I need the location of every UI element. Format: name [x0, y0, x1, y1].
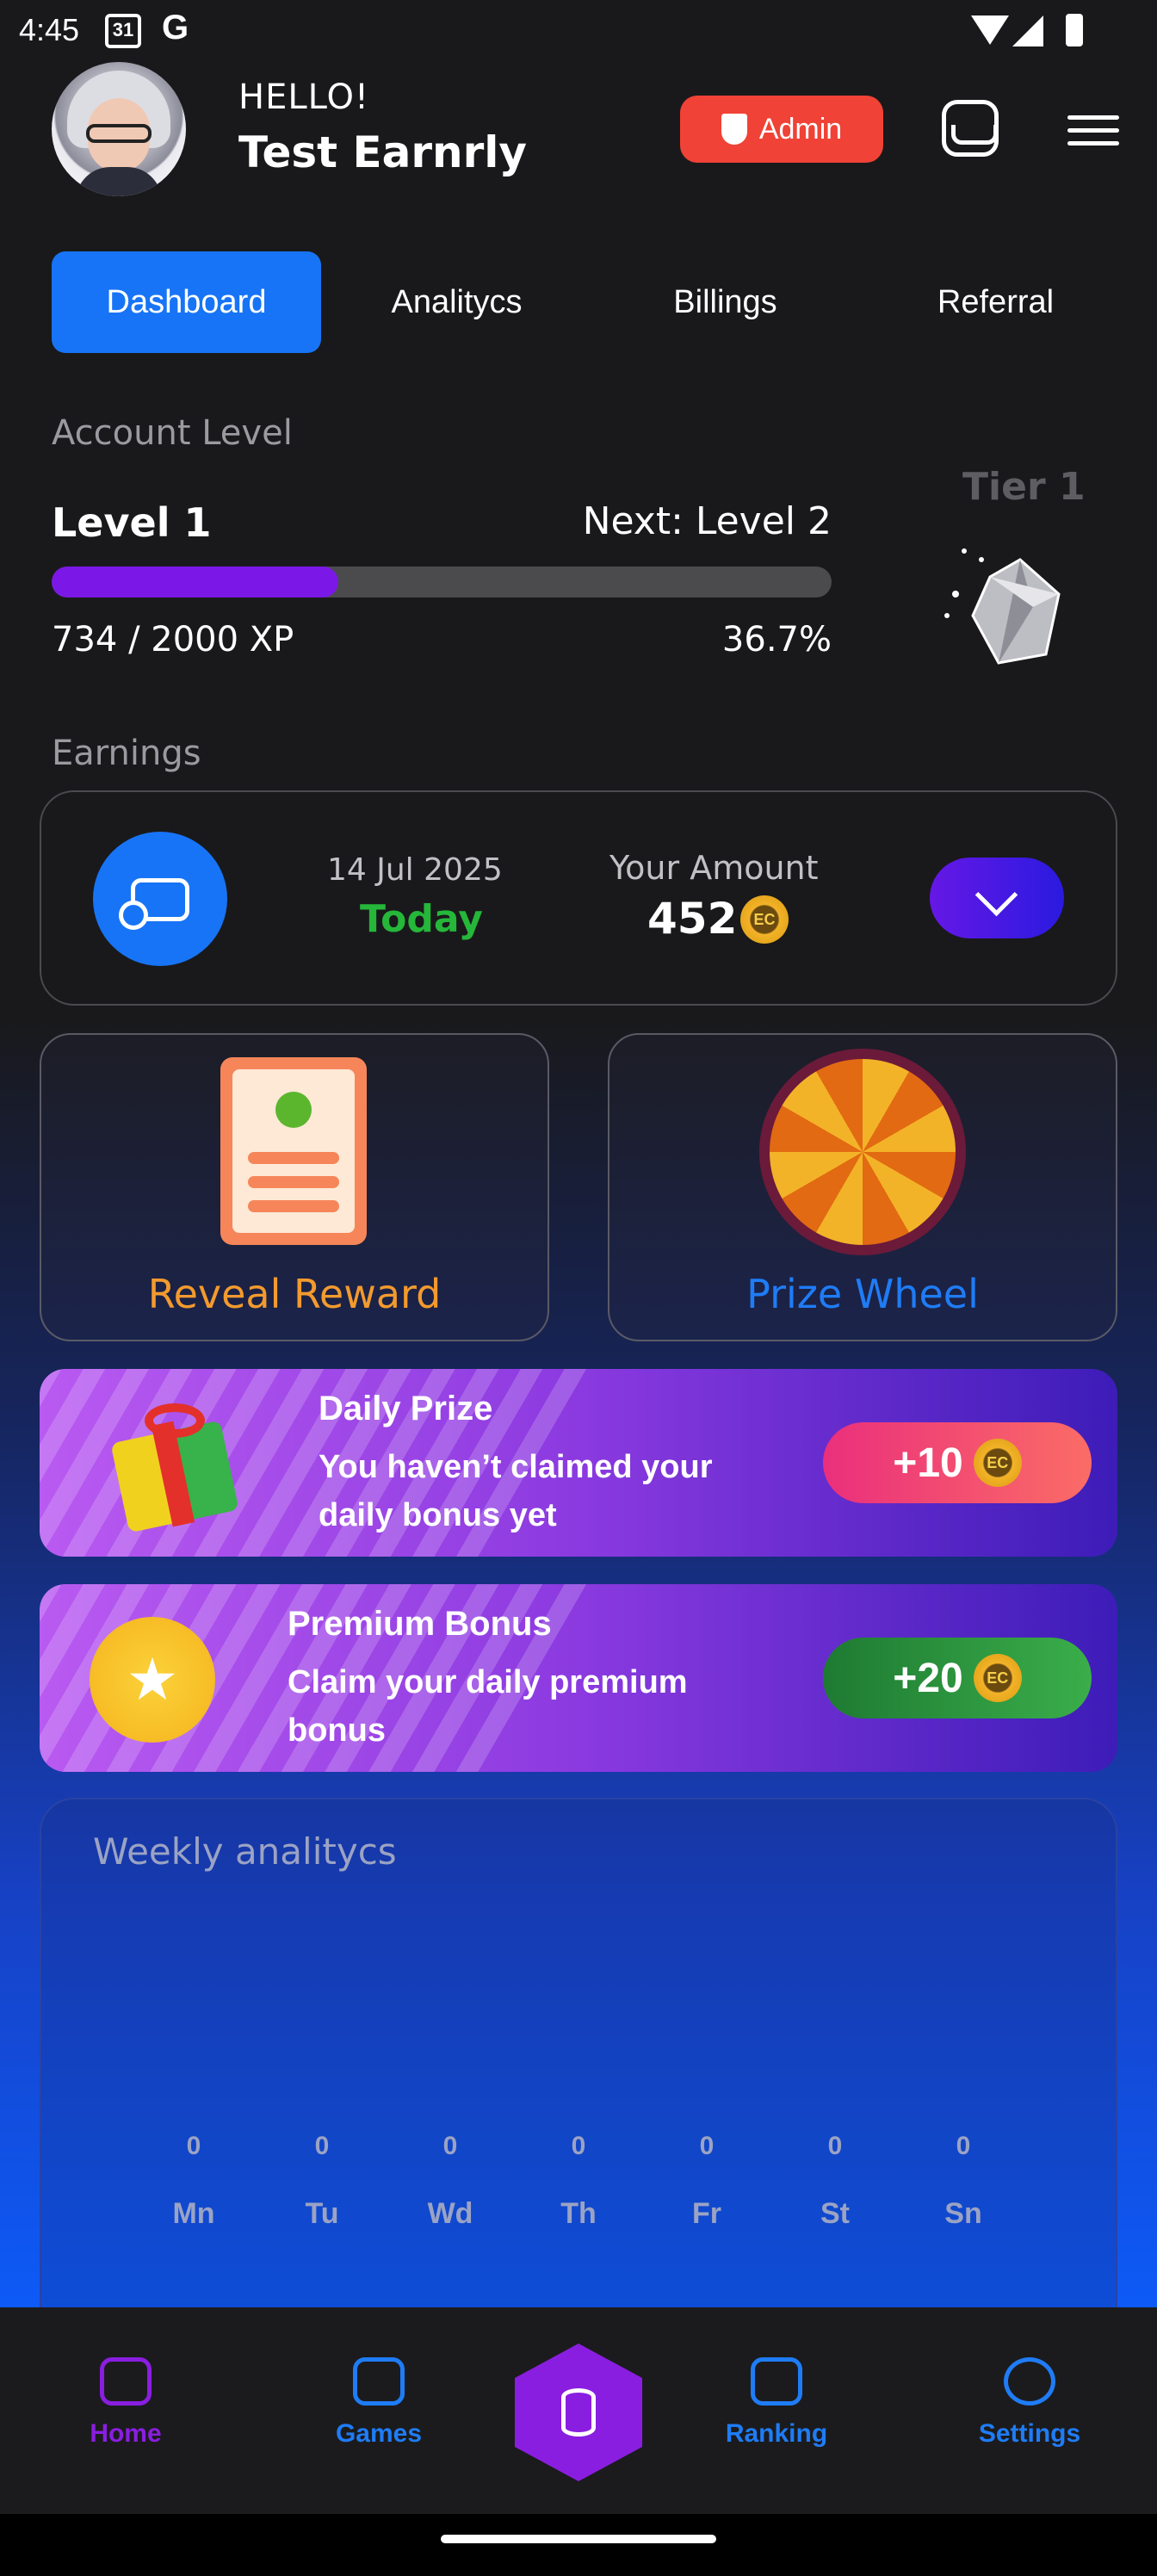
weekly-value: 0 — [186, 2132, 201, 2160]
cellular-signal-icon — [1012, 15, 1043, 46]
user-name: Test Earnrly — [238, 127, 527, 177]
premium-bonus-line1: Claim your daily premium — [288, 1664, 688, 1700]
coin-icon: EC — [740, 895, 789, 944]
admin-label: Admin — [758, 112, 843, 146]
gamepad-icon — [353, 2357, 405, 2406]
weekly-value: 0 — [699, 2132, 715, 2160]
nav-games-label: Games — [335, 2419, 423, 2448]
daily-prize-title: Daily Prize — [319, 1390, 493, 1427]
xp-percent: 36.7% — [721, 620, 832, 659]
weekly-day-label: Wd — [427, 2197, 473, 2230]
daily-prize-line2: daily bonus yet — [319, 1497, 557, 1533]
weekly-day-label: Mn — [172, 2197, 215, 2230]
premium-bonus-title: Premium Bonus — [288, 1605, 552, 1643]
calendar-icon: 31 — [105, 14, 141, 48]
status-bar: 4:45 31 G — [0, 0, 1157, 60]
xp-progress-fill — [52, 567, 338, 598]
xp-progress-bar — [52, 567, 832, 598]
weekly-value: 0 — [571, 2132, 586, 2160]
weekly-day-label: Th — [560, 2197, 597, 2230]
reveal-reward-label: Reveal Reward — [147, 1271, 442, 1317]
database-icon — [561, 2388, 596, 2437]
daily-prize-reward: +10 — [893, 1440, 963, 1486]
menu-icon[interactable] — [1067, 115, 1119, 146]
weekly-day-label: Sn — [944, 2197, 982, 2230]
coin-icon: EC — [973, 1439, 1022, 1487]
weekly-day-label: Fr — [692, 2197, 721, 2230]
premium-bonus-reward: +20 — [893, 1655, 963, 1701]
earnings-date: 14 Jul 2025 — [327, 852, 503, 888]
nav-home[interactable]: Home — [57, 2357, 195, 2449]
tier-gem-icon — [944, 548, 1061, 665]
amount-label: Your Amount — [609, 849, 819, 887]
earnings-amount: 452 — [647, 894, 738, 944]
podium-icon — [751, 2357, 802, 2406]
tab-analytics[interactable]: Analitycs — [322, 251, 591, 353]
nav-ranking[interactable]: Ranking — [708, 2357, 845, 2449]
gear-icon — [1004, 2357, 1055, 2406]
nav-ranking-label: Ranking — [725, 2419, 828, 2448]
weekly-day-label: Tu — [305, 2197, 339, 2230]
battery-icon — [1066, 14, 1083, 46]
admin-button[interactable]: Admin — [680, 96, 883, 163]
earnings-day-label: Today — [360, 897, 483, 941]
weekly-value: 0 — [827, 2132, 843, 2160]
prize-wheel-label: Prize Wheel — [746, 1271, 979, 1317]
gesture-bar — [0, 2514, 1157, 2576]
premium-bonus-claim-button[interactable]: +20 EC — [823, 1638, 1092, 1718]
nav-home-label: Home — [90, 2419, 162, 2448]
reward-ticket-icon — [220, 1057, 367, 1245]
earnings-expand-button[interactable] — [930, 858, 1064, 938]
weekly-analytics-title: Weekly analitycs — [93, 1830, 397, 1873]
weekly-value: 0 — [314, 2132, 330, 2160]
earnings-title: Earnings — [52, 734, 201, 773]
account-level-title: Account Level — [52, 413, 293, 453]
star-icon: ★ — [90, 1617, 215, 1743]
weekly-day-label: St — [820, 2197, 850, 2230]
nav-games[interactable]: Games — [310, 2357, 448, 2449]
greeting: HELLO! — [238, 77, 370, 117]
home-icon — [100, 2357, 152, 2406]
nav-settings-label: Settings — [978, 2419, 1081, 2448]
prize-wheel-icon — [759, 1049, 966, 1255]
gift-icon — [110, 1388, 239, 1533]
wallet-icon — [93, 832, 227, 966]
xp-text: 734 / 2000 XP — [52, 620, 294, 659]
coin-icon: EC — [973, 1654, 1022, 1702]
next-level: Next: Level 2 — [582, 499, 832, 543]
daily-prize-line1: You haven’t claimed your — [319, 1449, 713, 1485]
avatar[interactable] — [52, 62, 186, 196]
nav-settings[interactable]: Settings — [961, 2357, 1098, 2449]
wifi-icon — [971, 15, 1009, 45]
inbox-icon[interactable] — [942, 100, 999, 157]
current-level: Level 1 — [52, 499, 212, 546]
status-time: 4:45 — [19, 12, 80, 47]
tab-dashboard[interactable]: Dashboard — [52, 251, 321, 353]
tier-label: Tier 1 — [962, 465, 1086, 509]
weekly-value: 0 — [442, 2132, 458, 2160]
premium-bonus-line2: bonus — [288, 1712, 386, 1749]
daily-prize-claim-button[interactable]: +10 EC — [823, 1422, 1092, 1503]
google-icon: G — [162, 9, 189, 46]
weekly-value: 0 — [956, 2132, 971, 2160]
tab-billings[interactable]: Billings — [591, 251, 860, 353]
shield-icon — [721, 114, 747, 145]
tab-referral[interactable]: Referral — [861, 251, 1130, 353]
home-indicator — [441, 2535, 716, 2543]
